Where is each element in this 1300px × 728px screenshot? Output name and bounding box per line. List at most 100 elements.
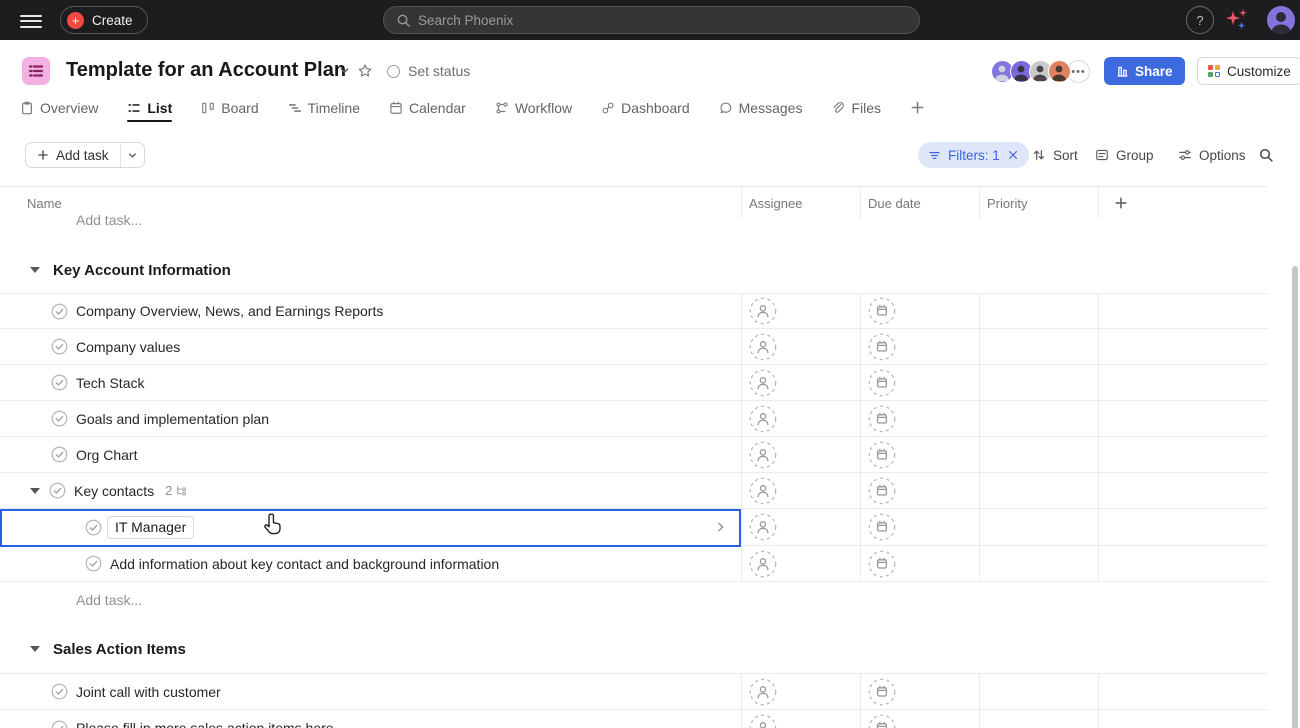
list-type-icon[interactable] [22, 57, 50, 85]
task-title[interactable]: Joint call with customer [76, 684, 221, 700]
global-search-input[interactable]: Search Phoenix [383, 6, 920, 34]
due-date-cell[interactable] [860, 365, 979, 400]
title-chevron-down-icon[interactable] [338, 64, 351, 77]
priority-cell[interactable] [979, 437, 1098, 472]
assignee-cell[interactable] [741, 294, 860, 328]
tab-list[interactable]: List [127, 94, 172, 121]
due-date-cell[interactable] [860, 509, 979, 545]
task-title[interactable]: Org Chart [76, 447, 137, 463]
task-row[interactable]: Company values [0, 329, 1268, 365]
filters-pill[interactable]: Filters: 1 [918, 142, 1029, 168]
task-check-icon[interactable] [51, 338, 68, 355]
task-row-key-contacts[interactable]: Key contacts 2 [0, 473, 1268, 509]
priority-cell[interactable] [979, 546, 1098, 581]
task-title[interactable]: Add information about key contact and ba… [110, 556, 499, 572]
tab-files[interactable]: Files [831, 94, 881, 121]
due-date-cell[interactable] [860, 401, 979, 436]
vertical-scrollbar[interactable] [1292, 266, 1298, 728]
member-avatar-stack[interactable]: ••• [991, 60, 1090, 83]
column-header-priority[interactable]: Priority [979, 187, 1098, 219]
clear-filters-icon[interactable] [1007, 149, 1019, 161]
set-status-button[interactable]: Set status [387, 63, 470, 79]
task-check-icon[interactable] [51, 683, 68, 700]
task-title[interactable]: Company values [76, 339, 180, 355]
options-button[interactable]: Options [1178, 142, 1246, 168]
task-row[interactable]: Please fill in more sales action items h… [0, 710, 1268, 728]
assignee-cell[interactable] [741, 437, 860, 472]
priority-cell[interactable] [979, 674, 1098, 709]
avatar[interactable] [1048, 60, 1071, 83]
sort-button[interactable]: Sort [1032, 142, 1078, 168]
task-title[interactable]: Please fill in more sales action items h… [76, 720, 334, 728]
task-title[interactable]: Goals and implementation plan [76, 411, 269, 427]
priority-cell[interactable] [979, 401, 1098, 436]
task-row[interactable]: Add information about key contact and ba… [0, 546, 1268, 582]
priority-cell[interactable] [979, 710, 1098, 728]
add-task-dropdown-button[interactable] [120, 143, 144, 167]
subtasks-collapse-icon[interactable] [30, 488, 40, 494]
assignee-cell[interactable] [741, 473, 860, 508]
tab-add-view[interactable] [910, 94, 925, 121]
task-row-it-manager-selected[interactable]: IT Manager [0, 509, 1268, 546]
tab-board[interactable]: Board [201, 94, 258, 121]
due-date-cell[interactable] [860, 473, 979, 508]
task-check-icon[interactable] [51, 720, 68, 728]
tab-timeline[interactable]: Timeline [288, 94, 360, 121]
user-avatar[interactable] [1267, 6, 1295, 34]
task-check-icon[interactable] [51, 410, 68, 427]
due-date-cell[interactable] [860, 437, 979, 472]
add-task-button[interactable]: Add task [26, 143, 120, 167]
column-header-due-date[interactable]: Due date [860, 187, 979, 219]
task-check-icon[interactable] [51, 446, 68, 463]
task-check-icon[interactable] [85, 519, 102, 536]
tab-workflow[interactable]: Workflow [495, 94, 572, 121]
hamburger-menu-icon[interactable] [20, 11, 42, 29]
priority-cell[interactable] [979, 365, 1098, 400]
assignee-cell[interactable] [741, 710, 860, 728]
add-task-label[interactable]: Add task... [76, 592, 142, 608]
task-row[interactable]: Company Overview, News, and Earnings Rep… [0, 293, 1268, 329]
due-date-cell[interactable] [860, 546, 979, 581]
add-task-row[interactable]: Add task... [0, 582, 1268, 618]
task-title-edit-field[interactable]: IT Manager [107, 516, 194, 539]
due-date-cell[interactable] [860, 710, 979, 728]
priority-cell[interactable] [979, 294, 1098, 328]
add-task-row[interactable]: Add task... [76, 212, 142, 228]
tab-calendar[interactable]: Calendar [389, 94, 466, 121]
section-collapse-icon[interactable] [30, 646, 40, 652]
task-check-icon[interactable] [51, 303, 68, 320]
task-row[interactable]: Goals and implementation plan [0, 401, 1268, 437]
assignee-cell[interactable] [741, 509, 860, 545]
add-column-button[interactable] [1098, 187, 1268, 219]
search-tasks-button[interactable] [1258, 142, 1274, 168]
assignee-cell[interactable] [741, 365, 860, 400]
priority-cell[interactable] [979, 509, 1098, 545]
task-check-icon[interactable] [85, 555, 102, 572]
assignee-cell[interactable] [741, 329, 860, 364]
tab-messages[interactable]: Messages [719, 94, 803, 121]
sparkles-icon[interactable] [1224, 8, 1250, 32]
open-task-chevron-icon[interactable] [714, 521, 727, 534]
task-check-icon[interactable] [49, 482, 66, 499]
group-button[interactable]: Group [1095, 142, 1154, 168]
task-row[interactable]: Tech Stack [0, 365, 1268, 401]
tab-overview[interactable]: Overview [20, 94, 98, 121]
due-date-cell[interactable] [860, 294, 979, 328]
task-check-icon[interactable] [51, 374, 68, 391]
customize-button[interactable]: Customize [1197, 57, 1300, 85]
assignee-cell[interactable] [741, 674, 860, 709]
priority-cell[interactable] [979, 329, 1098, 364]
favorite-star-icon[interactable] [357, 63, 373, 79]
task-row[interactable]: Joint call with customer [0, 673, 1268, 710]
priority-cell[interactable] [979, 473, 1098, 508]
task-row[interactable]: Org Chart [0, 437, 1268, 473]
assignee-cell[interactable] [741, 401, 860, 436]
create-button[interactable]: + Create [60, 6, 148, 34]
help-button[interactable]: ? [1186, 6, 1214, 34]
tab-dashboard[interactable]: Dashboard [601, 94, 690, 121]
due-date-cell[interactable] [860, 329, 979, 364]
section-collapse-icon[interactable] [30, 267, 40, 273]
due-date-cell[interactable] [860, 674, 979, 709]
assignee-cell[interactable] [741, 546, 860, 581]
share-button[interactable]: Share [1104, 57, 1185, 85]
